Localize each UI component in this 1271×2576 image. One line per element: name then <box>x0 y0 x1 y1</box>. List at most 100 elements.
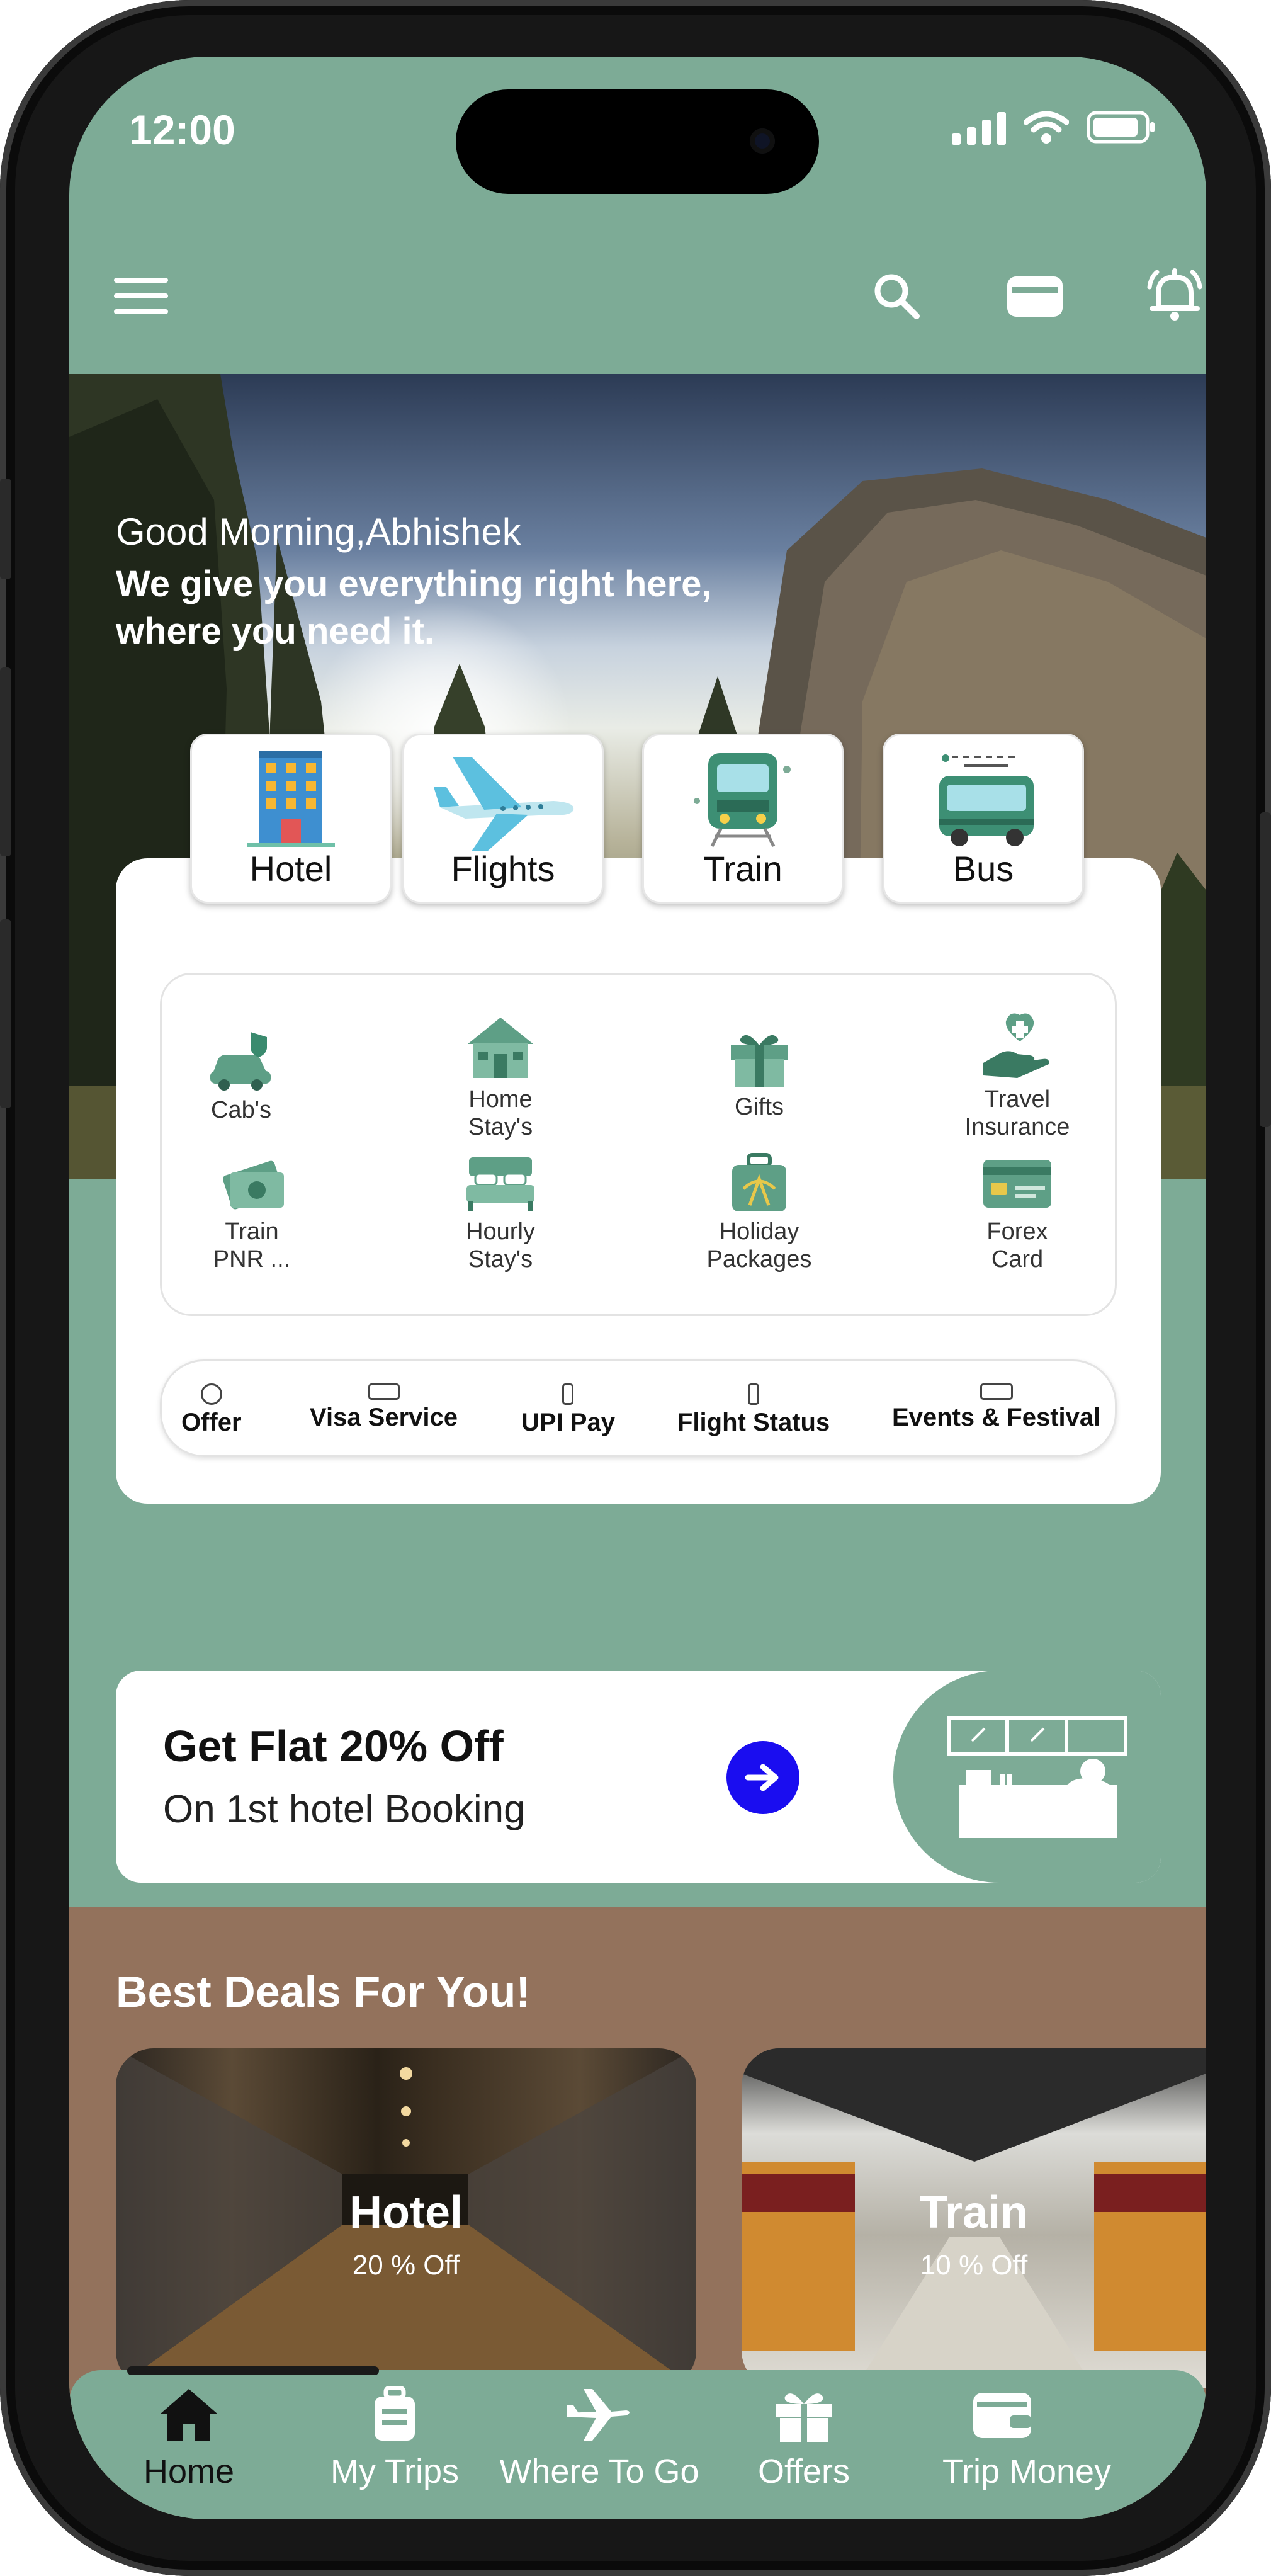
tab-home[interactable]: Home <box>82 2386 296 2491</box>
phone-icon <box>562 1383 574 1405</box>
home-icon <box>160 2389 218 2441</box>
category-hotel[interactable]: Hotel <box>190 734 392 904</box>
category-label: Hotel <box>249 849 332 888</box>
signal-icon <box>952 112 1006 145</box>
arrow-right-icon <box>745 1764 779 1791</box>
quick-link-label: Offer <box>181 1409 242 1436</box>
service-gifts[interactable]: Gifts <box>696 1026 822 1121</box>
quick-link-label: Visa Service <box>310 1404 458 1431</box>
quick-link-visa-service[interactable]: Visa Service <box>310 1383 458 1432</box>
tab-label: My Trips <box>330 2453 459 2490</box>
bed-icon <box>466 1157 534 1211</box>
home-stay-icon <box>468 1018 533 1078</box>
service-travel-insurance[interactable]: Travel Insurance <box>954 1013 1080 1141</box>
wallet-icon <box>973 2393 1031 2438</box>
bell-icon <box>1147 268 1202 321</box>
gift-icon <box>731 1035 788 1087</box>
best-deals-heading: Best Deals For You! <box>116 1967 531 2016</box>
tab-label: Offers <box>757 2453 850 2490</box>
quick-link-label: UPI Pay <box>521 1409 615 1436</box>
quick-link-flight-status[interactable]: Flight Status <box>677 1383 830 1437</box>
category-label: Flights <box>451 849 555 888</box>
tab-trip-money[interactable]: Trip Money <box>901 2386 1206 2491</box>
wallet-icon <box>1007 276 1063 317</box>
airplane-icon <box>434 757 574 851</box>
gift-icon <box>776 2393 832 2442</box>
tab-label: Where To Go <box>499 2453 699 2490</box>
service-label: Cab's <box>211 1097 271 1123</box>
service-label: Holiday <box>719 1218 799 1245</box>
quick-link-label: Flight Status <box>677 1409 830 1436</box>
search-icon <box>874 274 920 319</box>
promo-banner[interactable]: Get Flat 20% Off On 1st hotel Booking <box>116 1671 1161 1883</box>
service-train-pnr[interactable]: Train PNR ... <box>189 1151 315 1273</box>
mute-switch <box>0 479 11 579</box>
service-label-line2: Insurance <box>964 1114 1070 1140</box>
category-bus[interactable]: Bus <box>883 734 1084 904</box>
tab-where-to-go[interactable]: Where To Go <box>492 2386 706 2491</box>
category-label: Train <box>703 849 782 888</box>
insurance-icon <box>983 1013 1049 1078</box>
dynamic-island <box>456 89 819 194</box>
deal-card-train[interactable]: Train 10 % Off <box>742 2048 1206 2388</box>
menu-icon <box>114 278 168 314</box>
service-label-line2: Packages <box>706 1246 812 1273</box>
category-train[interactable]: Train <box>642 734 844 904</box>
service-holiday-packages[interactable]: Holiday Packages <box>696 1151 822 1273</box>
service-label: Home <box>468 1086 533 1113</box>
service-label: Forex <box>986 1218 1048 1245</box>
promo-title: Get Flat 20% Off <box>163 1722 504 1771</box>
hotel-building-icon <box>247 751 335 847</box>
service-forex-card[interactable]: Forex Card <box>954 1151 1080 1273</box>
service-hourly-stays[interactable]: Hourly Stay's <box>438 1151 563 1273</box>
volume-up-button <box>0 667 11 856</box>
battery-icon <box>1087 111 1155 144</box>
service-home-stays[interactable]: Home Stay's <box>438 1013 563 1141</box>
category-label: Bus <box>952 849 1014 888</box>
service-label-line2: Card <box>991 1246 1044 1273</box>
home-indicator <box>127 2366 379 2375</box>
service-label-line2: PNR ... <box>213 1246 291 1273</box>
quick-link-upi-pay[interactable]: UPI Pay <box>521 1383 615 1437</box>
quick-link-label: Events & Festival <box>892 1404 1101 1431</box>
quick-link-offer[interactable]: Offer <box>181 1383 242 1437</box>
promo-subtitle: On 1st hotel Booking <box>163 1788 526 1831</box>
phone-icon <box>748 1383 760 1405</box>
promo-arrow-button[interactable] <box>726 1741 799 1814</box>
wifi-icon <box>1024 111 1069 144</box>
camera-icon <box>750 128 775 154</box>
luggage-icon <box>375 2386 415 2441</box>
quick-link-events-festival[interactable]: Events & Festival <box>892 1383 1100 1432</box>
deal-card-hotel[interactable]: Hotel 20 % Off <box>116 2048 696 2388</box>
greeting-text: Good Morning,Abhishek <box>116 511 521 553</box>
tab-offers[interactable]: Offers <box>697 2386 911 2491</box>
phone-frame: 12:00 Good Morning,Abhishek We give you … <box>0 0 1271 2576</box>
holiday-bag-icon <box>732 1153 786 1211</box>
tab-label: Trip Money <box>942 2453 1112 2490</box>
train-ticket-icon <box>223 1160 284 1210</box>
hero-tagline: We give you everything right here, where… <box>116 564 712 652</box>
search-button[interactable] <box>865 264 928 327</box>
category-flights[interactable]: Flights <box>402 734 604 904</box>
wallet-button[interactable] <box>1003 264 1066 327</box>
bus-icon <box>939 754 1034 846</box>
service-label: Travel <box>984 1086 1051 1113</box>
menu-button[interactable] <box>110 264 172 327</box>
plane-icon <box>567 2389 630 2441</box>
volume-down-button <box>0 919 11 1108</box>
notification-button[interactable] <box>1143 264 1206 327</box>
service-label: Hourly <box>466 1218 535 1245</box>
app-screen: 12:00 Good Morning,Abhishek We give you … <box>69 57 1206 2519</box>
deal-offer: 10 % Off <box>920 2250 1028 2281</box>
service-label: Train <box>225 1218 279 1245</box>
status-icons <box>952 110 1156 145</box>
forex-card-icon <box>983 1160 1051 1208</box>
offer-icon <box>200 1383 222 1405</box>
tab-my-trips[interactable]: My Trips <box>288 2386 502 2491</box>
power-button <box>1260 812 1271 1127</box>
train-icon <box>694 753 791 848</box>
deal-title: Hotel <box>349 2187 463 2238</box>
service-cabs[interactable]: Cab's <box>178 1030 304 1124</box>
ticket-icon <box>980 1383 1013 1400</box>
visa-icon <box>368 1383 400 1400</box>
